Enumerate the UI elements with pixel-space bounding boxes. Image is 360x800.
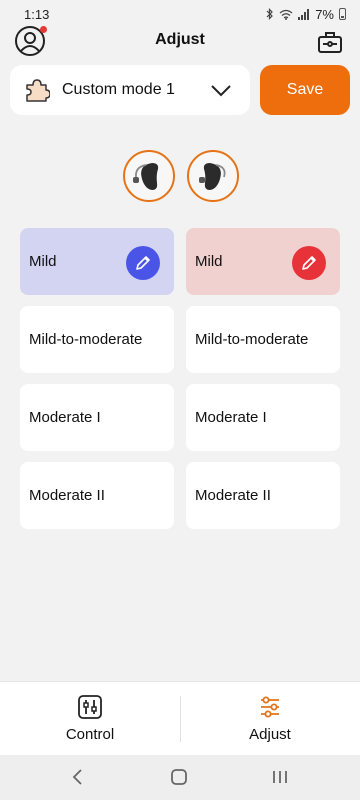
battery-icon xyxy=(339,8,346,20)
pencil-icon xyxy=(136,256,150,270)
page-title: Adjust xyxy=(155,31,205,48)
preset-label: Mild xyxy=(195,253,223,270)
right-edit-button[interactable] xyxy=(292,246,326,280)
header: Adjust xyxy=(0,24,360,58)
save-button[interactable]: Save xyxy=(260,65,350,115)
system-nav-bar xyxy=(0,755,360,800)
hearing-aid-icon xyxy=(133,163,159,190)
preset-label: Mild xyxy=(29,253,57,270)
control-icon xyxy=(78,695,102,719)
chevron-down-icon xyxy=(211,85,231,97)
preset-label: Mild-to-moderate xyxy=(29,331,143,348)
tab-label: Control xyxy=(65,726,115,743)
status-icons: 7% xyxy=(266,7,346,22)
battery-percent: 7% xyxy=(315,6,334,22)
left-preset-moderate-i[interactable]: Moderate I xyxy=(20,384,174,451)
tab-adjust[interactable]: Adjust xyxy=(180,682,360,756)
pencil-icon xyxy=(302,256,316,270)
tab-label: Adjust xyxy=(249,726,291,743)
right-preset-moderate-ii[interactable]: Moderate II xyxy=(186,462,340,529)
bottom-tab-bar: Control Adjust xyxy=(0,681,360,755)
signal-icon xyxy=(298,8,310,20)
right-preset-mild-to-moderate[interactable]: Mild-to-moderate xyxy=(186,306,340,373)
recents-icon[interactable] xyxy=(268,767,292,787)
preset-label: Moderate II xyxy=(29,487,105,504)
left-edit-button[interactable] xyxy=(126,246,160,280)
tab-control[interactable]: Control xyxy=(0,682,180,756)
left-preset-moderate-ii[interactable]: Moderate II xyxy=(20,462,174,529)
sliders-icon xyxy=(261,696,279,718)
mode-label: Custom mode 1 xyxy=(62,81,175,98)
toolkit-button[interactable] xyxy=(317,30,343,54)
right-hearing-aid-button[interactable] xyxy=(187,150,239,202)
mode-dropdown[interactable]: Custom mode 1 xyxy=(10,65,250,115)
preset-label: Moderate I xyxy=(29,409,101,426)
right-preset-moderate-i[interactable]: Moderate I xyxy=(186,384,340,451)
preset-label: Moderate I xyxy=(195,409,267,426)
wifi-icon xyxy=(279,9,293,20)
preset-label: Mild-to-moderate xyxy=(195,331,309,348)
left-preset-mild[interactable]: Mild xyxy=(20,228,174,295)
preset-label: Moderate II xyxy=(195,487,271,504)
back-icon[interactable] xyxy=(66,767,90,787)
right-preset-mild[interactable]: Mild xyxy=(186,228,340,295)
hearing-aid-icon xyxy=(199,163,226,190)
home-icon[interactable] xyxy=(167,767,191,787)
status-time: 1:13 xyxy=(24,6,50,22)
toolbox-icon xyxy=(318,32,342,53)
bluetooth-icon xyxy=(266,8,274,20)
left-hearing-aid-button[interactable] xyxy=(123,150,175,202)
left-preset-mild-to-moderate[interactable]: Mild-to-moderate xyxy=(20,306,174,373)
puzzle-icon xyxy=(26,79,50,102)
